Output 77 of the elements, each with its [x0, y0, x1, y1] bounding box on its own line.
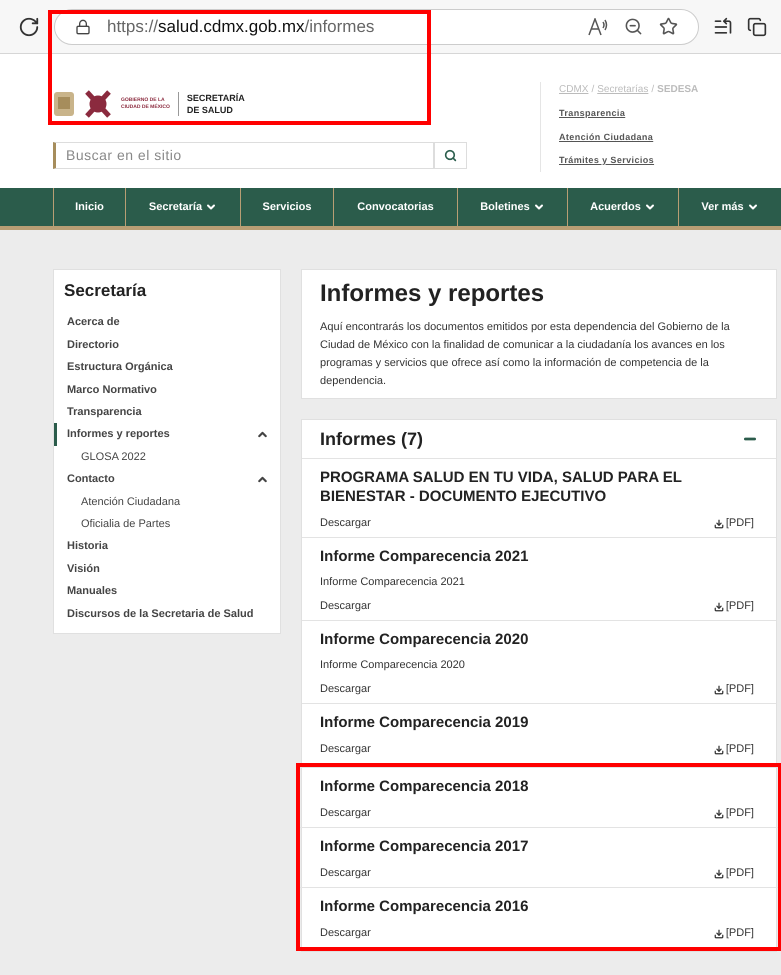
lock-icon[interactable] — [75, 18, 91, 34]
search-icon — [444, 149, 457, 162]
download-icon — [714, 518, 724, 528]
download-icon — [714, 808, 724, 818]
document-description: Informe Comparecencia 2020 — [320, 659, 466, 672]
sidebar-item[interactable]: Transparencia — [54, 401, 272, 424]
sidebar-item[interactable]: Marco Normativo — [54, 378, 272, 402]
header-link[interactable]: Atención Ciudadana — [559, 130, 698, 144]
nav-item[interactable]: Ver más — [678, 188, 781, 226]
nav-item[interactable]: Servicios — [240, 188, 333, 226]
sidebar-item[interactable]: Contacto — [54, 468, 272, 491]
document-title: Informe Comparecencia 2021 — [320, 547, 530, 566]
sidebar-item[interactable]: Acerca de — [54, 312, 272, 334]
section-title: Informes (7) — [320, 428, 424, 451]
document-title: Informe Comparecencia 2020 — [320, 630, 530, 649]
coat-of-arms-icon — [53, 91, 75, 117]
sidebar-item[interactable]: Directorio — [54, 334, 272, 356]
document-title: Informe Comparecencia 2017 — [320, 837, 530, 856]
breadcrumb-current: SEDESA — [657, 83, 698, 97]
download-icon — [714, 928, 724, 938]
sidebar-subitem[interactable]: Atención Ciudadana — [54, 490, 272, 514]
breadcrumb-separator: / — [591, 83, 594, 97]
sidebar-item[interactable]: Estructura Orgánica — [54, 356, 272, 379]
pdf-link[interactable]: [PDF] — [714, 743, 754, 756]
download-link[interactable]: Descargar — [320, 517, 371, 530]
download-icon — [714, 684, 724, 694]
download-link[interactable]: Descargar — [320, 743, 371, 756]
pdf-link[interactable]: [PDF] — [714, 927, 754, 940]
read-aloud-icon[interactable] — [588, 18, 608, 36]
header-link[interactable]: Transparencia — [559, 107, 698, 120]
pdf-link[interactable]: [PDF] — [714, 517, 754, 530]
sidebar-item[interactable]: Manuales — [54, 580, 272, 603]
intro-text: Aquí encontrarás los documentos emitidos por esta dependencia del Gobierno de la Ciudad de México con la finalidad de comunicar a la ciudadanía los avances en los programas y servicios que ofrece así como la información de competencia de la dependencia. — [320, 320, 731, 389]
sidebar-item[interactable]: Visión — [54, 558, 272, 580]
download-link[interactable]: Descargar — [320, 927, 371, 940]
collections-icon[interactable] — [747, 16, 767, 36]
url-text: https://salud.cdmx.gob.mx/informes — [107, 16, 376, 38]
download-icon — [714, 602, 724, 612]
download-link[interactable]: Descargar — [320, 807, 371, 820]
header-link[interactable]: Trámites y Servicios — [559, 154, 698, 168]
pdf-link[interactable]: [PDF] — [714, 600, 754, 613]
nav-item[interactable]: Inicio — [53, 188, 125, 226]
document-title: Informe Comparecencia 2019 — [320, 713, 530, 732]
download-link[interactable]: Descargar — [320, 683, 371, 696]
sidebar-title: Secretaría — [63, 280, 148, 302]
download-link[interactable]: Descargar — [320, 867, 371, 880]
document-title: Informe Comparecencia 2016 — [320, 897, 530, 916]
logo-icon — [83, 88, 113, 120]
breadcrumb-separator: / — [651, 83, 654, 97]
pdf-link[interactable]: [PDF] — [714, 807, 754, 820]
add-favorite-icon[interactable] — [659, 17, 678, 36]
download-icon — [714, 868, 724, 878]
document-title: Informe Comparecencia 2018 — [320, 777, 530, 796]
sidebar-subitem[interactable]: Oficialia de Partes — [54, 513, 272, 536]
reload-icon[interactable] — [18, 16, 40, 38]
zoom-out-icon[interactable] — [624, 17, 643, 36]
page-title: Informes y reportes — [320, 279, 546, 309]
search-button[interactable] — [434, 142, 467, 169]
sidebar-item[interactable]: Discursos de la Secretaria de Salud — [54, 602, 272, 625]
document-description: Informe Comparecencia 2021 — [320, 576, 466, 589]
download-icon — [714, 744, 724, 754]
download-link[interactable]: Descargar — [320, 600, 371, 613]
sidebar-item[interactable]: Informes y reportes — [54, 423, 272, 446]
nav-item[interactable]: Convocatorias — [333, 188, 457, 226]
favorites-icon[interactable] — [713, 16, 733, 36]
sidebar-subitem[interactable]: GLOSA 2022 — [54, 446, 272, 468]
nav-item[interactable]: Boletines — [457, 188, 567, 226]
address-bar[interactable]: https://salud.cdmx.gob.mx/informes — [54, 8, 699, 44]
logo-title: SECRETARÍA — [186, 92, 245, 104]
nav-item[interactable]: Secretaría — [125, 188, 240, 226]
nav-item[interactable]: Acuerdos — [567, 188, 678, 226]
pdf-link[interactable]: [PDF] — [714, 867, 754, 880]
document-title: PROGRAMA SALUD EN TU VIDA, SALUD PARA EL BIENESTAR - DOCUMENTO EJECUTIVO — [320, 468, 683, 506]
search-field[interactable]: Buscar en el sitio — [53, 142, 434, 169]
logo-title: DE SALUD — [186, 104, 234, 116]
sidebar-item[interactable]: Historia — [54, 535, 272, 558]
pdf-link[interactable]: [PDF] — [714, 683, 754, 696]
